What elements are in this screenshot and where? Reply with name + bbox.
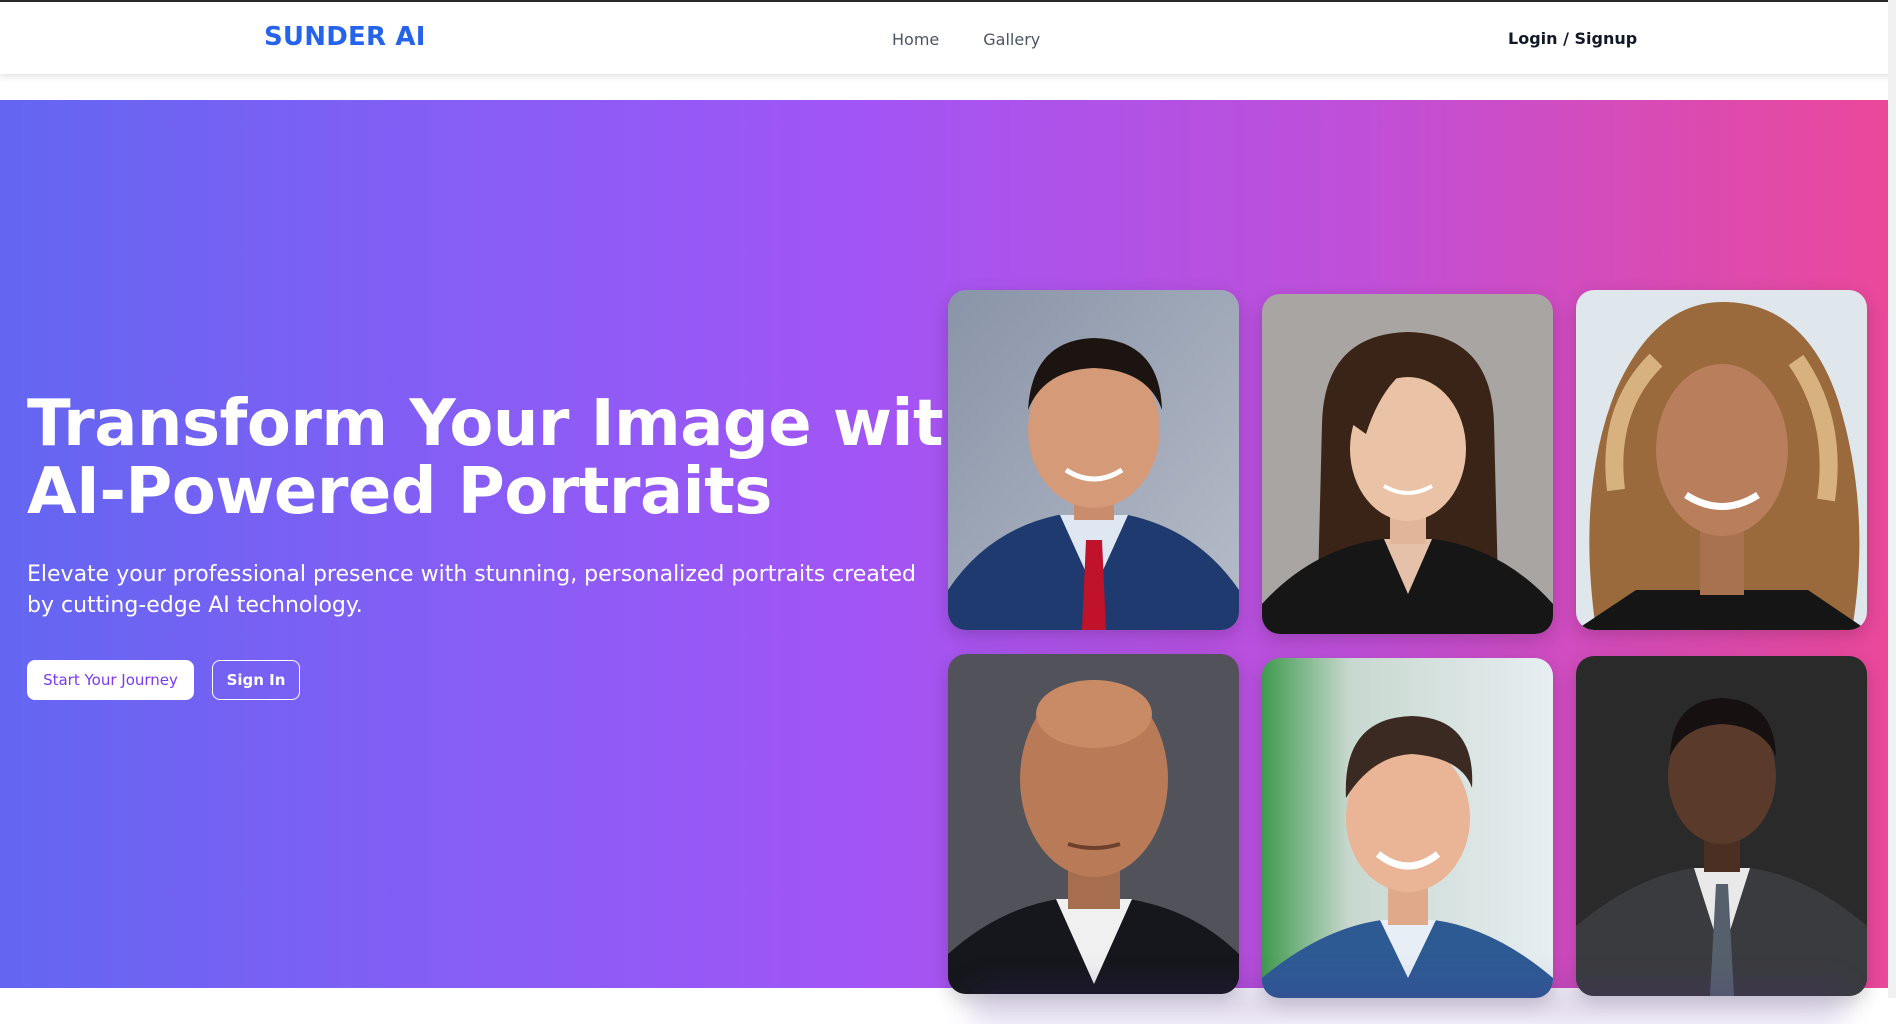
hero-headline-line-1: Transform Your Image with — [27, 387, 989, 461]
nav-home[interactable]: Home — [892, 30, 939, 49]
login-signup-link[interactable]: Login / Signup — [1508, 29, 1637, 48]
portrait-young-man-blue-suit — [1262, 658, 1553, 998]
navbar: SUNDER AI Home Gallery Login / Signup — [0, 2, 1896, 74]
hero-headline: Transform Your Image with AI-Powered Por… — [27, 387, 989, 529]
start-journey-button[interactable]: Start Your Journey — [27, 660, 194, 700]
hero-subtitle: Elevate your professional presence with … — [27, 562, 916, 618]
brand-logo[interactable]: SUNDER AI — [264, 22, 426, 52]
page-scrollbar[interactable] — [1888, 0, 1896, 998]
nav-gallery[interactable]: Gallery — [983, 30, 1040, 49]
portrait-bald-man-suit — [948, 654, 1239, 994]
portrait-woman-wavy-hair — [1576, 290, 1867, 630]
nav-links: Home Gallery — [892, 30, 1040, 49]
hero-section: Transform Your Image with AI-Powered Por… — [0, 100, 1896, 998]
sign-in-button[interactable]: Sign In — [212, 660, 300, 700]
portrait-man-grey-suit — [1576, 656, 1867, 996]
portrait-man-suit-red-tie — [948, 290, 1239, 630]
hero-headline-line-2: AI-Powered Portraits — [27, 455, 772, 529]
portrait-woman-dark-blazer — [1262, 294, 1553, 634]
portrait-gallery — [948, 290, 1868, 1000]
